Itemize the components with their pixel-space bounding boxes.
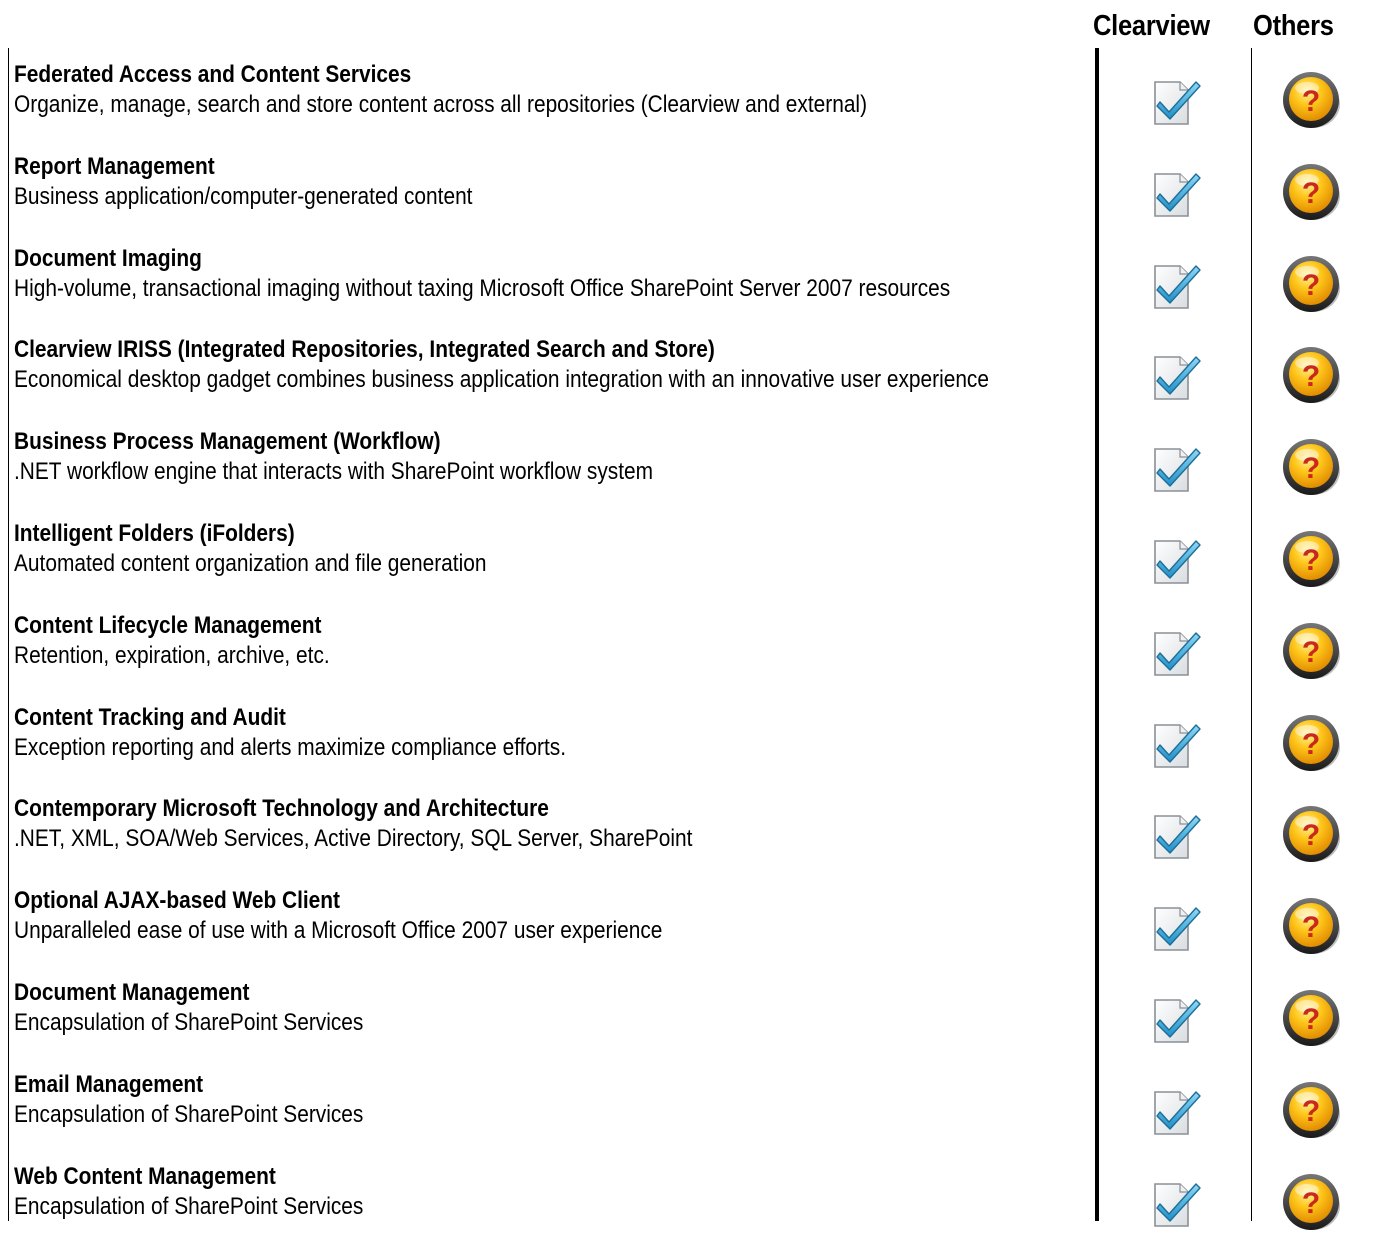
question-mark-icon: ? (1280, 895, 1342, 957)
question-mark-icon: ? (1280, 344, 1342, 406)
left-border-line (8, 48, 9, 1221)
question-mark-icon: ? (1280, 987, 1342, 1049)
checkbox-checked-icon (1150, 164, 1206, 220)
feature-description: Business application/computer-generated … (14, 182, 473, 210)
feature-description: .NET workflow engine that interacts with… (14, 458, 654, 486)
question-mark-icon: ? (1280, 803, 1342, 865)
feature-title: Content Tracking and Audit (14, 703, 286, 731)
svg-text:?: ? (1302, 911, 1320, 944)
question-mark-icon: ? (1280, 620, 1342, 682)
svg-text:?: ? (1302, 728, 1320, 761)
feature-description: Unparalleled ease of use with a Microsof… (14, 917, 663, 945)
feature-description: Retention, expiration, archive, etc. (14, 641, 330, 669)
feature-title: Email Management (14, 1070, 204, 1098)
question-mark-icon: ? (1280, 161, 1342, 223)
feature-title: Web Content Management (14, 1162, 276, 1190)
feature-title: Content Lifecycle Management (14, 611, 322, 639)
checkbox-checked-icon (1150, 347, 1206, 403)
feature-description: Encapsulation of SharePoint Services (14, 1100, 364, 1128)
checkbox-checked-icon (1150, 898, 1206, 954)
feature-title: Document Imaging (14, 244, 202, 272)
feature-title: Intelligent Folders (iFolders) (14, 520, 295, 547)
checkbox-checked-icon (1150, 439, 1206, 495)
feature-row: Document Imaging High-volume, transaction… (14, 244, 1089, 336)
svg-text:?: ? (1302, 544, 1320, 577)
feature-title: Contemporary Microsoft Technology and Ar… (14, 795, 549, 823)
feature-row: Content Tracking and Audit Exception repo… (14, 703, 1089, 795)
svg-text:?: ? (1302, 1095, 1320, 1128)
feature-title: Federated Access and Content Services (14, 61, 412, 88)
feature-description: Encapsulation of SharePoint Services (14, 1192, 364, 1220)
checkbox-checked-icon (1150, 990, 1206, 1046)
feature-title: Report Management (14, 152, 215, 180)
checkbox-checked-icon (1150, 1174, 1206, 1230)
feature-description: Exception reporting and alerts maximize … (14, 733, 567, 761)
clearview-column-header: Clearview (1093, 10, 1210, 42)
checkbox-checked-icon (1150, 72, 1206, 128)
feature-description: Automated content organization and file … (14, 550, 487, 577)
feature-row: Optional AJAX-based Web Client Unparallel… (14, 886, 1089, 978)
feature-description: .NET, XML, SOA/Web Services, Active Dire… (14, 825, 693, 853)
feature-row: Content Lifecycle Management Retention, e… (14, 611, 1089, 703)
feature-title: Optional AJAX-based Web Client (14, 887, 341, 915)
checkbox-checked-icon (1150, 531, 1206, 587)
question-mark-icon: ? (1280, 528, 1342, 590)
feature-row: Business Process Management (Workflow) .N… (14, 427, 1089, 519)
question-mark-icon: ? (1280, 1079, 1342, 1141)
checkbox-checked-icon (1150, 256, 1206, 312)
feature-row: Clearview IRISS (Integrated Repositories… (14, 335, 1089, 427)
question-mark-icon: ? (1280, 1171, 1342, 1233)
svg-text:?: ? (1302, 452, 1320, 485)
svg-text:?: ? (1302, 177, 1320, 210)
feature-title: Document Management (14, 979, 250, 1006)
feature-row: Contemporary Microsoft Technology and Ar… (14, 794, 1089, 886)
svg-text:?: ? (1302, 819, 1320, 852)
feature-row: Intelligent Folders (iFolders) Automated … (14, 519, 1089, 611)
svg-text:?: ? (1302, 1187, 1320, 1220)
checkbox-checked-icon (1150, 806, 1206, 862)
feature-description: Economical desktop gadget combines busin… (14, 366, 989, 394)
question-mark-icon: ? (1280, 436, 1342, 498)
checkbox-checked-icon (1150, 715, 1206, 771)
feature-row: Document Management Encapsulation of Shar… (14, 978, 1089, 1070)
question-mark-icon: ? (1280, 69, 1342, 131)
feature-description: Organize, manage, search and store conte… (14, 91, 868, 118)
svg-text:?: ? (1302, 636, 1320, 669)
feature-row: Report Management Business application/co… (14, 152, 1089, 244)
feature-description: Encapsulation of SharePoint Services (14, 1009, 364, 1036)
question-mark-icon: ? (1280, 712, 1342, 774)
feature-description: High-volume, transactional imaging witho… (14, 274, 951, 302)
others-column-header: Others (1253, 10, 1334, 42)
feature-title: Business Process Management (Workflow) (14, 428, 441, 456)
feature-row: Email Management Encapsulation of SharePo… (14, 1070, 1089, 1162)
question-mark-icon: ? (1280, 253, 1342, 315)
svg-text:?: ? (1302, 360, 1320, 393)
clearview-divider-line (1095, 48, 1099, 1221)
checkbox-checked-icon (1150, 1082, 1206, 1138)
feature-title: Clearview IRISS (Integrated Repositories… (14, 336, 715, 364)
svg-text:?: ? (1302, 1003, 1320, 1036)
svg-text:?: ? (1302, 269, 1320, 302)
feature-row: Web Content Management Encapsulation of S… (14, 1162, 1089, 1254)
svg-text:?: ? (1302, 85, 1320, 118)
feature-comparison-page: Clearview Others Federated Access and Co… (0, 0, 1381, 1230)
checkbox-checked-icon (1150, 623, 1206, 679)
others-divider-line (1251, 48, 1252, 1221)
feature-row: Federated Access and Content Services Org… (14, 60, 1089, 152)
